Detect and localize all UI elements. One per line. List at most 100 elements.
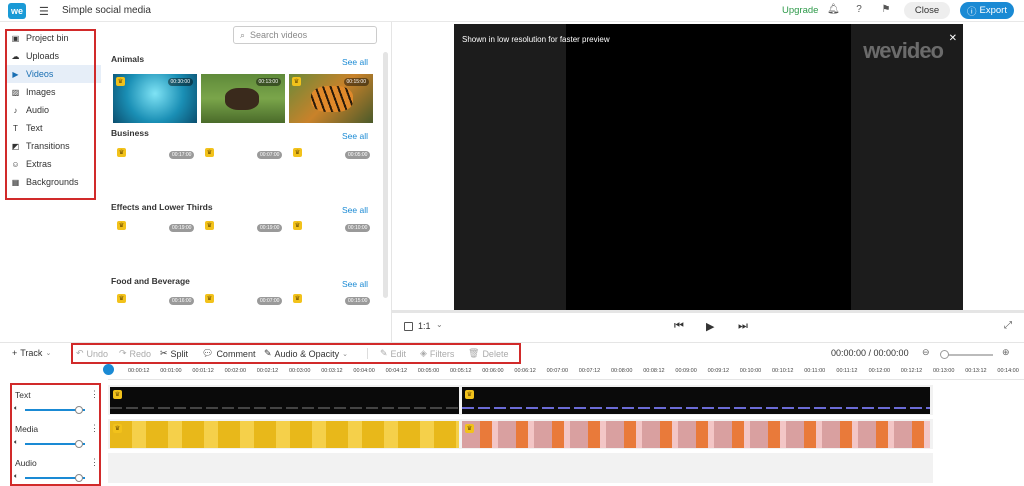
ruler-tick-label: 00:08:00 — [611, 368, 633, 374]
ruler-tick-label: 00:12:00 — [868, 368, 891, 374]
chevron-down-icon[interactable]: ⌄ — [436, 320, 443, 329]
duration-badge: 00:19:00 — [169, 224, 195, 232]
ruler-tick-label: 00:09:00 — [675, 368, 697, 374]
crown-icon: ♛ — [113, 390, 122, 399]
crown-icon: ♛ — [292, 77, 301, 86]
wevideo-logo[interactable]: we — [8, 3, 26, 19]
crown-icon: ♛ — [465, 424, 474, 433]
media-clip[interactable]: ♛ — [110, 421, 459, 448]
see-all-link[interactable]: See all — [342, 57, 368, 67]
ruler-tick-label: 00:06:12 — [514, 368, 536, 374]
upgrade-link[interactable]: Upgrade — [782, 5, 818, 16]
duration-badge: 00:15:00 — [345, 297, 371, 305]
video-canvas — [566, 24, 851, 310]
timeline-ruler[interactable]: 0000:00:1200:01:0000:01:1200:02:0000:02:… — [106, 366, 1024, 380]
crown-icon: ♛ — [293, 221, 302, 230]
search-icon: ⌕ — [240, 29, 246, 40]
ruler-tick-label: 00:11:00 — [804, 368, 826, 374]
category-title: Business — [111, 128, 149, 138]
close-icon[interactable]: ✕ — [949, 33, 957, 44]
export-label: Export — [979, 5, 1007, 16]
text-clip[interactable]: ♛ — [462, 387, 930, 414]
category-title: Animals — [111, 54, 145, 64]
ruler-tick-label: 00:10:00 — [739, 368, 762, 374]
duration-badge: 00:19:00 — [257, 224, 283, 232]
skip-back-icon[interactable]: ⏮ — [674, 320, 684, 333]
ruler-tick-label: 00:03:00 — [289, 368, 311, 374]
aspect-ratio[interactable]: 1:1 — [418, 321, 431, 331]
zoom-out-icon[interactable]: ⊖ — [922, 347, 930, 358]
search-input[interactable]: ⌕ Search videos — [233, 26, 377, 44]
see-all-link[interactable]: See all — [342, 205, 368, 215]
crown-icon: ♛ — [293, 294, 302, 303]
ruler-tick-label: 00:13:12 — [965, 368, 987, 374]
preview-message: Shown in low resolution for faster previ… — [462, 35, 610, 44]
crown-icon: ♛ — [116, 77, 125, 86]
skip-forward-icon[interactable]: ⏭ — [738, 320, 748, 333]
text-clip[interactable]: ♛ — [110, 387, 459, 414]
crown-icon: ♛ — [117, 294, 126, 303]
video-thumbnail[interactable]: 00:13:00 — [201, 74, 285, 123]
ruler-tick-label: 00:07:12 — [578, 368, 601, 374]
ruler-tick-label: 00:03:12 — [321, 368, 343, 374]
track-label: Track — [20, 348, 43, 358]
ruler-tick-label: 00:02:12 — [256, 368, 279, 374]
duration-badge: 00:15:00 — [343, 78, 369, 86]
duration-badge: 00:30:00 — [167, 78, 193, 86]
library-scrollbar[interactable] — [383, 52, 388, 298]
see-all-link[interactable]: See all — [342, 279, 368, 289]
plus-icon: + — [12, 348, 18, 358]
crown-icon: ♛ — [293, 148, 302, 157]
ruler-tick-label: 00:05:00 — [417, 368, 440, 374]
help-icon[interactable]: ? — [853, 4, 865, 15]
playhead-handle[interactable] — [103, 364, 114, 375]
media-clip[interactable]: ♛ — [462, 421, 930, 448]
crown-icon: ♛ — [113, 424, 122, 433]
zoom-in-icon[interactable]: ⊕ — [1002, 347, 1010, 358]
bell-icon[interactable]: 🔔︎ — [827, 4, 840, 15]
flag-icon[interactable]: ⚑ — [880, 4, 892, 15]
crown-icon: ♛ — [205, 221, 214, 230]
preview-progress-bar[interactable] — [392, 310, 1024, 313]
playback-controls: 1:1 ⌄ ⏮ ▶ ⏭ ⤢ — [392, 318, 1024, 338]
watermark: wevideo — [863, 38, 944, 63]
zoom-slider-handle[interactable] — [940, 350, 949, 359]
play-icon[interactable]: ▶ — [706, 320, 714, 333]
fullscreen-icon[interactable]: ⤢ — [1004, 320, 1012, 331]
chevron-down-icon: ⌄ — [45, 350, 52, 357]
clip-filmstrip — [462, 407, 930, 409]
checkbox[interactable] — [404, 322, 413, 331]
timeline-tracks: ♛ ♛ ♛ ♛ — [108, 381, 1024, 486]
timeline-toolbar: + Track ⌄ ↶ Undo ↷ Redo ✂ Split 💬︎ Comme… — [0, 342, 1024, 364]
see-all-link[interactable]: See all — [342, 131, 368, 141]
duration-badge: 00:07:00 — [257, 297, 283, 305]
ruler-tick-label: 00:13:00 — [933, 368, 955, 374]
project-title[interactable]: Simple social media — [62, 5, 151, 16]
video-thumbnail[interactable]: ♛ 00:30:00 — [113, 74, 197, 123]
hamburger-icon[interactable]: ☰ — [39, 5, 49, 18]
ruler-tick-label: 00:14:00 — [997, 368, 1019, 374]
video-preview[interactable]: Shown in low resolution for faster previ… — [454, 24, 963, 310]
category-title: Food and Beverage — [111, 276, 190, 286]
crown-icon: ♛ — [465, 390, 474, 399]
crown-icon: ♛ — [117, 221, 126, 230]
ruler-tick-label: 00:02:00 — [224, 368, 247, 374]
crown-icon: ♛ — [205, 148, 214, 157]
crown-icon: ♛ — [205, 294, 214, 303]
ruler-tick-label: 00:01:00 — [160, 368, 182, 374]
ruler-tick-label: 00:07:00 — [546, 368, 569, 374]
export-icon: ⓘ — [967, 6, 977, 18]
duration-badge: 00:05:00 — [345, 151, 371, 159]
add-track-button[interactable]: + Track ⌄ — [12, 348, 51, 358]
clip-filmstrip — [110, 407, 459, 409]
audio-lane[interactable] — [108, 453, 933, 483]
video-thumbnail[interactable]: ♛ 00:15:00 — [289, 74, 373, 123]
ruler-tick-label: 00:09:12 — [707, 368, 730, 374]
ruler-tick-label: 00:06:00 — [482, 368, 504, 374]
duration-badge: 00:13:00 — [255, 78, 281, 86]
close-button[interactable]: Close — [904, 2, 950, 19]
ruler-tick-label: 00:00:12 — [128, 368, 150, 374]
video-library: ⌕ Search videos Animals See all ♛ 00:30:… — [103, 22, 390, 342]
ruler-tick-label: 00:04:00 — [353, 368, 375, 374]
export-button[interactable]: ⓘ Export — [960, 2, 1014, 19]
